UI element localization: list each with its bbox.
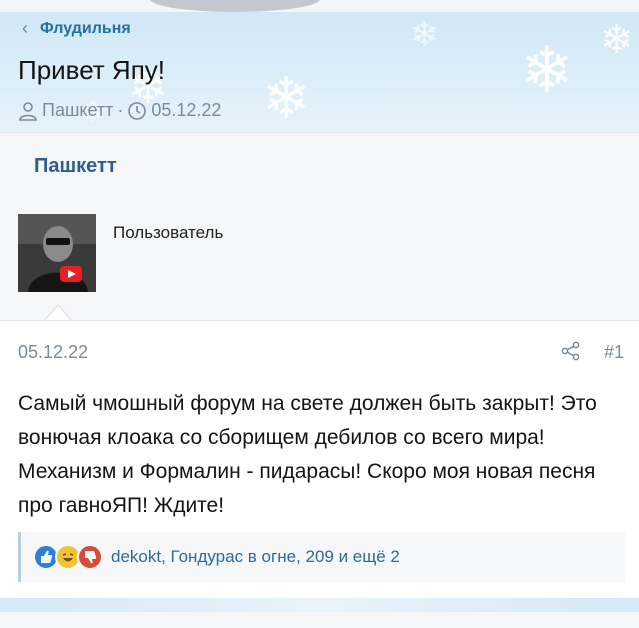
- user-title: Пользователь: [113, 223, 224, 242]
- clock-icon: [127, 101, 147, 121]
- post-number-link[interactable]: #1: [604, 342, 624, 363]
- meta-separator: ·: [117, 100, 124, 120]
- top-strip: [0, 0, 639, 12]
- page-bottom: [0, 612, 639, 628]
- snowflake-icon: ❄: [520, 34, 574, 106]
- user-icon: [18, 101, 38, 121]
- thread-header: ❄ ❄ ❄ ❄ ❄ ❄ ‹ Флудильня Привет Япу! Пашк…: [0, 0, 639, 132]
- post-user-block: Пашкетт Пользователь: [0, 132, 639, 320]
- reactions-bar[interactable]: dekokt, Гондурас в огне, 209 и ещё 2: [18, 532, 625, 582]
- thread-date-link[interactable]: 05.12.22: [151, 100, 221, 121]
- snowflake-icon: ❄: [600, 18, 634, 62]
- share-icon[interactable]: [561, 341, 581, 366]
- reactions-list-link[interactable]: dekokt, Гондурас в огне, 209 и ещё 2: [111, 547, 400, 567]
- page-title: Привет Япу!: [18, 55, 165, 85]
- chevron-left-icon[interactable]: ‹: [22, 18, 28, 39]
- post-message: 05.12.22 #1 Самый чмошный форум на свете…: [0, 320, 639, 610]
- thread-meta: Пашкетт · 05.12.22: [18, 100, 221, 121]
- thread-author-link[interactable]: Пашкетт: [42, 100, 113, 121]
- post-date-link[interactable]: 05.12.22: [18, 342, 88, 363]
- breadcrumb[interactable]: ‹ Флудильня: [22, 18, 131, 39]
- post-username[interactable]: Пашкетт: [34, 155, 117, 178]
- snowflake-icon: ❄: [262, 66, 311, 131]
- caret-fill: [45, 306, 71, 321]
- post-body: Самый чмошный форум на свете должен быть…: [18, 392, 597, 517]
- breadcrumb-forum-link[interactable]: Флудильня: [40, 20, 131, 38]
- avatar[interactable]: [18, 214, 96, 292]
- snowflake-icon: ❄: [410, 16, 439, 54]
- reaction-icons[interactable]: [33, 544, 105, 570]
- dislike-reaction-icon: [77, 544, 103, 570]
- next-post-header: [0, 598, 639, 612]
